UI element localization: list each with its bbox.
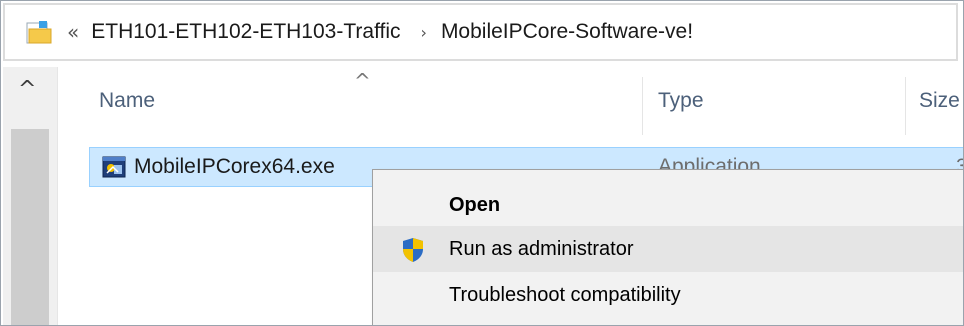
- uac-shield-icon: [401, 237, 425, 263]
- column-header-name[interactable]: Name: [99, 89, 155, 113]
- column-header-type[interactable]: Type: [658, 89, 704, 113]
- explorer-window: « ETH101-ETH102-ETH103-Traffic › MobileI…: [0, 0, 964, 326]
- menu-item-run-as-administrator[interactable]: Run as administrator: [373, 226, 963, 272]
- sort-ascending-icon: ^: [354, 69, 371, 93]
- overflow-chevron-icon[interactable]: «: [67, 20, 79, 44]
- application-exe-icon: [102, 156, 126, 178]
- context-menu: Open Run as administrator Troubleshoot c…: [372, 169, 963, 325]
- menu-item-open[interactable]: Open: [373, 182, 963, 228]
- file-name[interactable]: MobileIPCorex64.exe: [134, 155, 335, 179]
- scroll-thumb[interactable]: [11, 129, 49, 325]
- column-header-size[interactable]: Size: [919, 89, 960, 113]
- breadcrumb-separator-icon[interactable]: ›: [421, 23, 427, 42]
- breadcrumb-item-traffic[interactable]: ETH101-ETH102-ETH103-Traffic: [91, 20, 400, 44]
- scroll-up-icon[interactable]: ^: [18, 77, 36, 102]
- menu-item-label: Run as administrator: [449, 238, 634, 260]
- navigation-pane-scrollbar[interactable]: ^: [3, 67, 58, 325]
- breadcrumb-item-software[interactable]: MobileIPCore-Software-ve!: [441, 20, 693, 44]
- menu-item-label: Open: [449, 194, 501, 216]
- menu-item-label: Troubleshoot compatibility: [449, 284, 681, 306]
- menu-item-troubleshoot-compatibility[interactable]: Troubleshoot compatibility: [373, 272, 963, 318]
- column-divider[interactable]: [905, 77, 906, 135]
- column-divider[interactable]: [642, 77, 643, 135]
- folder-icon: [25, 19, 55, 45]
- address-bar[interactable]: « ETH101-ETH102-ETH103-Traffic › MobileI…: [3, 3, 958, 61]
